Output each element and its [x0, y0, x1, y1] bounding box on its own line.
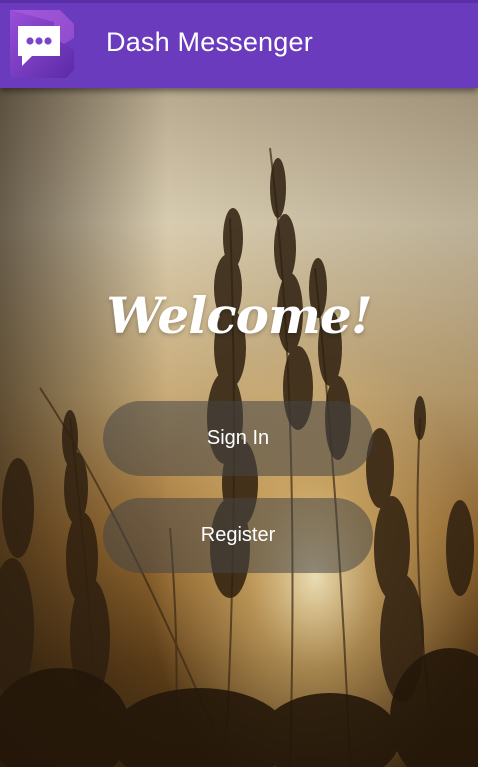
welcome-heading: Welcome!	[106, 286, 372, 345]
sign-in-button[interactable]: Sign In	[103, 401, 373, 476]
chat-bubble-icon	[4, 8, 76, 80]
register-button[interactable]: Register	[103, 498, 373, 573]
app-title: Dash Messenger	[106, 27, 313, 57]
app-bar: Dash Messenger	[0, 0, 478, 88]
